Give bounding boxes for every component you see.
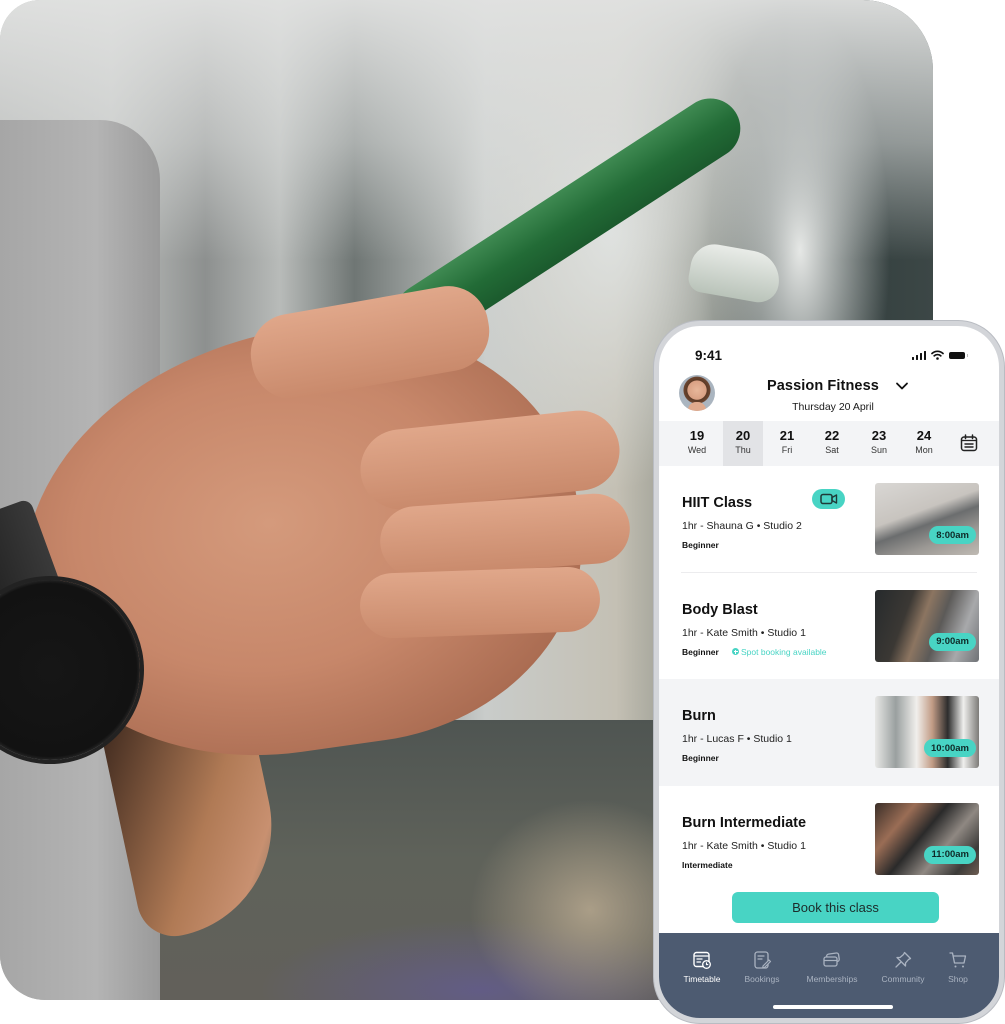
memberships-icon [823,952,840,967]
day-number: 23 [871,428,887,443]
day-number: 21 [779,428,795,443]
class-title: Burn Intermediate [682,814,807,831]
tab-community[interactable]: Community [869,950,937,984]
tab-label: Community [881,974,925,984]
class-level: Beginner [682,540,719,550]
day-number: 24 [916,428,932,443]
day-item[interactable]: 22 Sat [812,421,852,466]
chevron-down-icon[interactable] [895,381,909,391]
tab-label: Bookings [744,974,780,984]
spot-booking-badge: Spot booking available [732,647,827,657]
app-header: Passion Fitness Thursday 20 April [659,371,999,421]
class-level: Beginner [682,646,719,657]
tab-timetable[interactable]: Timetable [668,950,736,984]
day-item[interactable]: 24 Mon [904,421,944,466]
day-item[interactable]: 23 Sun [859,421,899,466]
cellular-signal-icon [911,351,926,360]
bottom-tab-bar: Timetable Bookings Memberships Community… [659,933,999,1018]
tab-bookings[interactable]: Bookings [728,950,796,984]
class-thumbnail: 8:00am [875,483,979,555]
calendar-icon[interactable] [959,433,979,453]
class-time: 10:00am [923,739,976,757]
class-time: 11:00am [924,845,976,864]
phone-screen: 9:41 Passion Fitness Thursday 20 April 1… [659,326,999,1018]
class-meta: 1hr - Shauna G • Studio 2 [682,520,802,532]
photo-finger [358,565,602,640]
class-title: HIIT Class [682,495,753,511]
tab-label: Timetable [683,974,721,984]
tab-memberships[interactable]: Memberships [798,950,866,984]
class-meta: 1hr - Kate Smith • Studio 1 [682,626,806,639]
class-thumbnail: 10:00am [875,696,979,768]
day-name: Sun [870,445,887,455]
class-meta: 1hr - Lucas F • Studio 1 [682,733,792,745]
class-title: Burn [682,708,716,724]
day-selector: 19 Wed 20 Thu 21 Fri 22 Sat 23 Sun 24 Mo… [659,421,999,466]
class-row-selected[interactable]: Burn 1hr - Lucas F • Studio 1 Beginner 1… [659,679,999,786]
status-bar: 9:41 [659,326,999,366]
community-pin-icon [895,951,912,968]
class-level: Intermediate [682,859,733,870]
battery-icon [949,352,968,359]
video-class-badge [812,489,845,509]
day-number: 19 [689,428,705,443]
class-time: 9:00am [929,632,976,651]
tab-label: Shop [948,974,968,984]
spot-booking-text: Spot booking available [741,646,827,657]
day-item[interactable]: 19 Wed [677,421,717,466]
class-meta: 1hr - Kate Smith • Studio 1 [682,839,806,852]
timetable-icon [693,951,711,969]
day-item-selected[interactable]: 20 Thu [723,421,763,466]
class-row[interactable]: Burn Intermediate 1hr - Kate Smith • Stu… [659,786,999,893]
class-thumbnail: 9:00am [875,589,979,662]
status-time: 9:41 [695,348,723,363]
plus-circle-icon [732,648,739,655]
class-time: 8:00am [929,526,976,544]
day-name: Thu [735,445,751,455]
day-name: Fri [781,445,793,455]
video-camera-icon [819,493,837,505]
bookings-icon [754,951,772,969]
day-name: Mon [915,445,933,455]
club-name[interactable]: Passion Fitness [767,378,879,394]
class-row[interactable]: Body Blast 1hr - Kate Smith • Studio 1 B… [659,573,999,680]
day-name: Wed [687,445,707,455]
class-row[interactable]: HIIT Class 1hr - Shauna G • Studio 2 Beg… [659,466,999,573]
phone-mockup: 9:41 Passion Fitness Thursday 20 April 1… [654,321,1004,1023]
home-indicator[interactable] [773,1005,893,1009]
selected-date: Thursday 20 April [792,401,874,413]
class-level: Beginner [682,753,719,763]
tab-shop[interactable]: Shop [928,950,988,984]
status-icons [911,350,968,360]
class-list: HIIT Class 1hr - Shauna G • Studio 2 Beg… [659,466,999,892]
day-item[interactable]: 21 Fri [767,421,807,466]
book-class-button[interactable]: Book this class [732,892,939,923]
day-number: 22 [824,428,840,443]
tab-label: Memberships [806,974,858,984]
wifi-icon [931,350,944,360]
class-thumbnail: 11:00am [875,802,979,875]
day-name: Sat [825,445,839,455]
day-number: 20 [735,428,751,443]
class-title: Body Blast [682,601,758,618]
cart-icon [949,952,967,968]
